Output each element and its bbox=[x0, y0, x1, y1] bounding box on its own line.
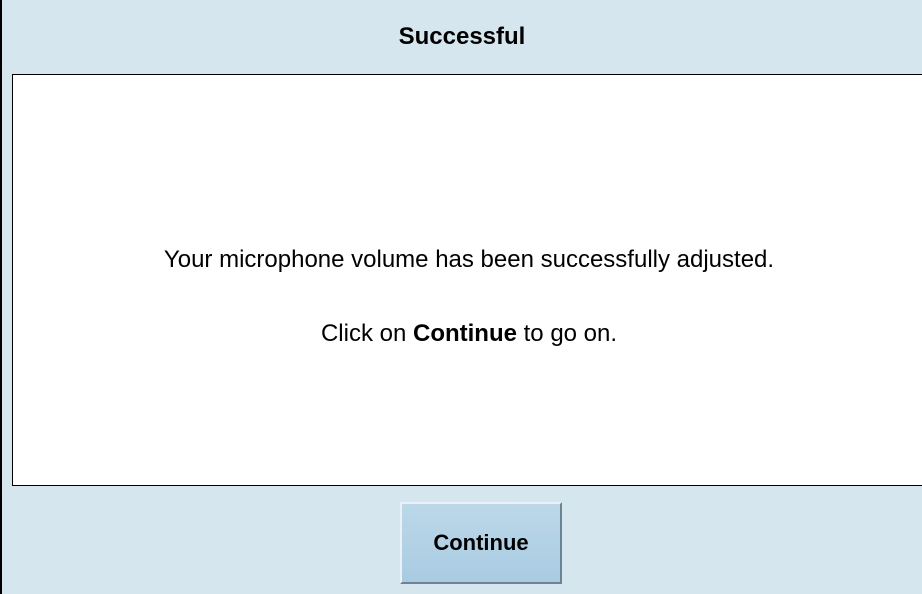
success-message: Your microphone volume has been successf… bbox=[163, 246, 775, 273]
instruction-prefix: Click on bbox=[320, 320, 413, 347]
continue-button[interactable]: Continue bbox=[400, 502, 562, 584]
message-panel: Your microphone volume has been successf… bbox=[12, 74, 922, 486]
dialog-footer: Continue bbox=[2, 486, 922, 594]
instruction-emphasis: Continue bbox=[412, 320, 517, 347]
continue-instruction: Click on Continue to go on. bbox=[13, 319, 922, 349]
success-dialog: Successful Your microphone volume has be… bbox=[0, 0, 922, 594]
instruction-suffix: to go on. bbox=[516, 320, 618, 347]
dialog-title: Successful bbox=[398, 23, 526, 50]
